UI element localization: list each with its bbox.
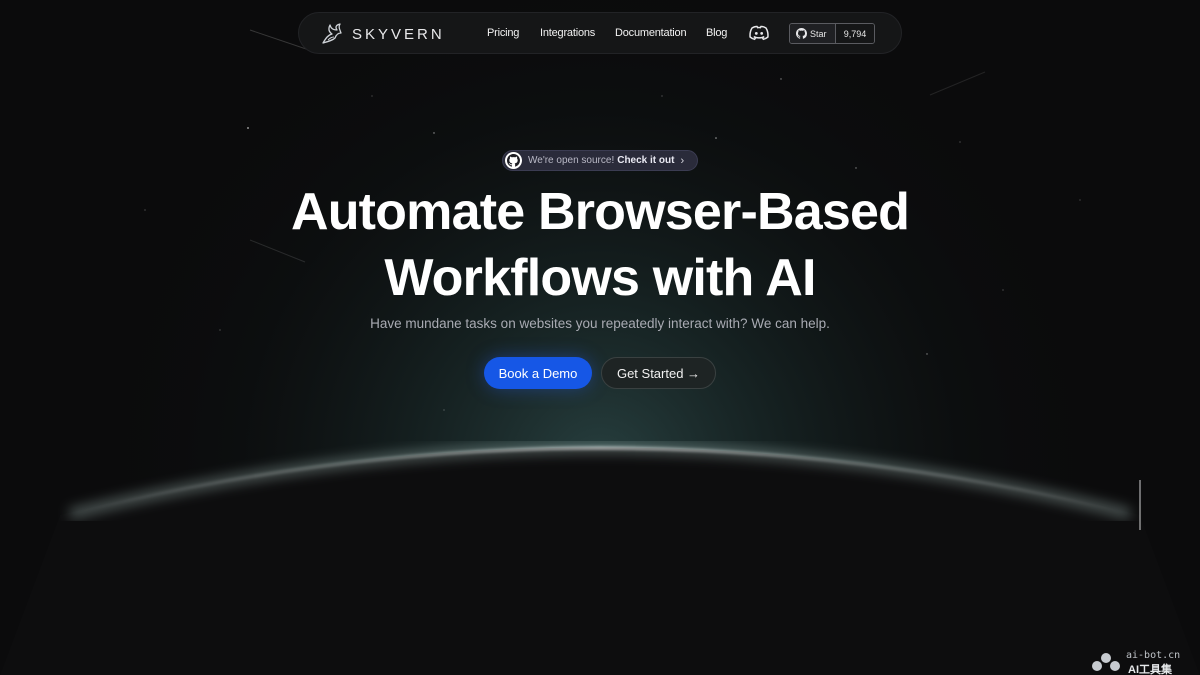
github-icon (796, 28, 807, 39)
chevron-right-icon: › (680, 154, 685, 167)
navbar: SKYVERN Pricing Integrations Documentati… (298, 12, 902, 54)
brand-name: SKYVERN (352, 25, 445, 43)
get-started-button[interactable]: Get Started → (601, 357, 716, 389)
github-star-label: Star (810, 28, 827, 39)
brand-logo[interactable]: SKYVERN (319, 21, 445, 47)
hero-subtitle: Have mundane tasks on websites you repea… (370, 316, 830, 331)
watermark-domain: ai-bot.cn (1126, 650, 1181, 661)
hero-title-line-1: Automate Browser-Based (290, 183, 910, 241)
badge-text: We're open source! (528, 155, 615, 166)
nav-link-documentation[interactable]: Documentation (615, 27, 687, 39)
nav-link-pricing[interactable]: Pricing (487, 27, 519, 39)
nav-link-blog[interactable]: Blog (706, 27, 727, 39)
watermark: ai-bot.cn AI工具集 (1088, 648, 1198, 675)
dragon-logo-icon (322, 23, 342, 44)
github-star-button[interactable]: Star 9,794 (789, 23, 875, 44)
badge-link[interactable]: Check it out (617, 155, 674, 166)
github-badge-icon (505, 152, 522, 169)
hero-background (0, 0, 1200, 675)
discord-icon[interactable] (749, 25, 769, 41)
open-source-badge[interactable]: We're open source! Check it out › (502, 150, 698, 171)
nav-link-integrations[interactable]: Integrations (540, 27, 595, 39)
watermark-label: AI工具集 (1128, 664, 1172, 675)
watermark-logo-icon (1092, 653, 1120, 671)
github-star-count: 9,794 (836, 24, 874, 43)
hero-title-line-2: Workflows with AI (384, 249, 816, 307)
book-demo-button[interactable]: Book a Demo (484, 357, 592, 389)
